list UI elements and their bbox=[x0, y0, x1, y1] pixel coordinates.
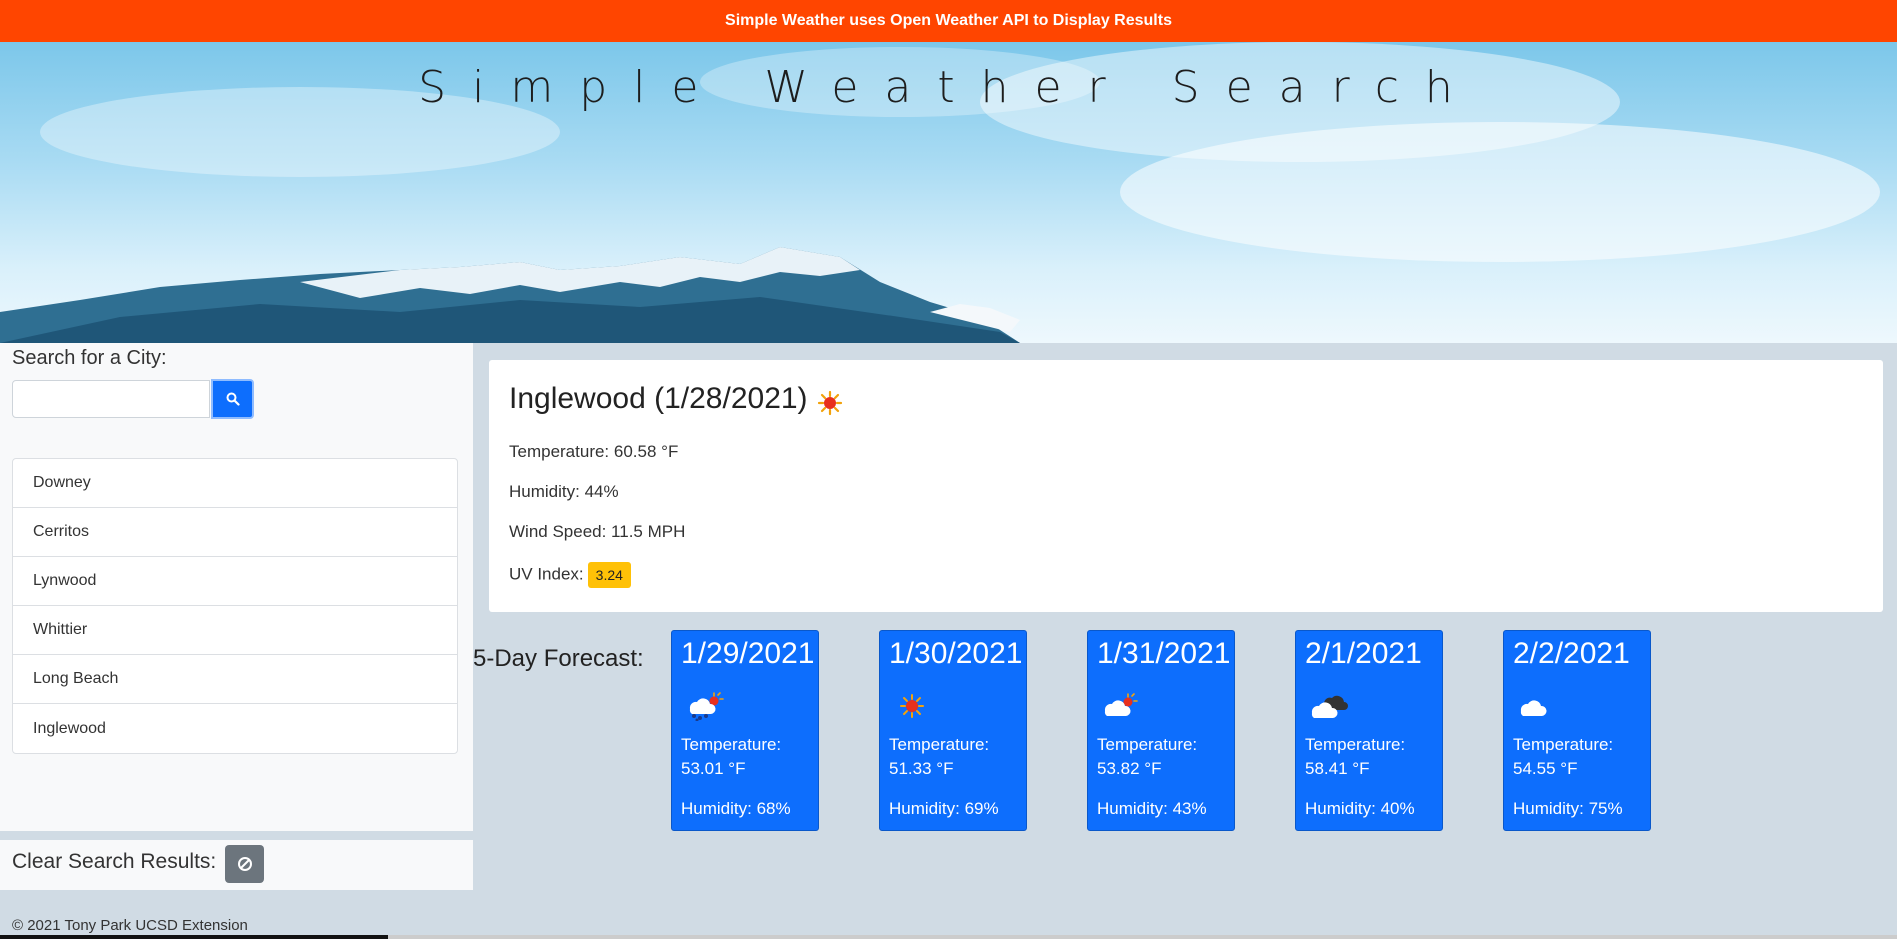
forecast-temperature: 51.33 °F bbox=[889, 759, 954, 778]
current-temperature: Temperature: 60.58 °F bbox=[509, 442, 679, 461]
forecast-humidity: Humidity: 43% bbox=[1097, 799, 1207, 818]
city-history-item[interactable]: Downey bbox=[13, 459, 457, 508]
rain-sun-icon bbox=[684, 691, 724, 726]
forecast-card: 1/30/2021 Temperature: 51.33 °F Humidity… bbox=[879, 630, 1027, 831]
footer-copyright: © 2021 Tony Park UCSD Extension bbox=[12, 917, 248, 934]
forecast-humidity: Humidity: 68% bbox=[681, 799, 791, 818]
forecast-temperature: 53.01 °F bbox=[681, 759, 746, 778]
forecast-date: 2/1/2021 bbox=[1305, 637, 1422, 670]
forecast-card: 1/31/2021 Temperature: 53.82 °F Humidity… bbox=[1087, 630, 1235, 831]
current-city-title: Inglewood (1/28/2021) bbox=[509, 382, 808, 415]
cloud-icon bbox=[1516, 691, 1556, 726]
forecast-date: 1/29/2021 bbox=[681, 637, 815, 670]
uv-index-badge: 3.24 bbox=[587, 562, 631, 588]
city-history-item[interactable]: Inglewood bbox=[13, 704, 457, 753]
uv-index-label: UV Index: bbox=[509, 564, 584, 584]
forecast-temperature-label: Temperature: bbox=[1513, 735, 1614, 754]
sun-icon bbox=[817, 390, 843, 421]
forecast-label: 5-Day Forecast: bbox=[473, 645, 644, 672]
clear-search-button[interactable] bbox=[225, 845, 264, 883]
current-weather-card: Inglewood (1/28/2021) Temperature: 60.58… bbox=[489, 360, 1883, 612]
forecast-card: 1/29/2021 Temperature: 53.01 °F Humidity… bbox=[671, 630, 819, 831]
forecast-date: 1/31/2021 bbox=[1097, 637, 1231, 670]
forecast-date: 2/2/2021 bbox=[1513, 637, 1630, 670]
sun-icon bbox=[892, 691, 932, 726]
city-history-item[interactable]: Cerritos bbox=[13, 508, 457, 557]
forecast-temperature: 58.41 °F bbox=[1305, 759, 1370, 778]
search-label: Search for a City: bbox=[12, 347, 167, 369]
current-uv-index: UV Index: 3.24 bbox=[509, 562, 631, 588]
forecast-humidity: Humidity: 75% bbox=[1513, 799, 1623, 818]
top-banner: Simple Weather uses Open Weather API to … bbox=[0, 0, 1897, 42]
city-search-input[interactable] bbox=[12, 380, 210, 418]
search-button[interactable] bbox=[211, 379, 254, 419]
banner-text: Simple Weather uses Open Weather API to … bbox=[725, 12, 1172, 29]
page-title: Simple Weather Search bbox=[418, 62, 1479, 113]
city-history-item[interactable]: Whittier bbox=[13, 606, 457, 655]
forecast-temperature-label: Temperature: bbox=[889, 735, 990, 754]
clear-search-label: Clear Search Results: bbox=[12, 850, 217, 873]
forecast-temperature-label: Temperature: bbox=[681, 735, 782, 754]
bottom-edge bbox=[0, 935, 1897, 939]
forecast-card: 2/2/2021 Temperature: 54.55 °F Humidity:… bbox=[1503, 630, 1651, 831]
forecast-temperature-label: Temperature: bbox=[1097, 735, 1198, 754]
current-wind-speed: Wind Speed: 11.5 MPH bbox=[509, 522, 686, 541]
current-humidity: Humidity: 44% bbox=[509, 482, 619, 501]
ban-icon bbox=[237, 857, 252, 871]
forecast-date: 1/30/2021 bbox=[889, 637, 1023, 670]
forecast-humidity: Humidity: 40% bbox=[1305, 799, 1415, 818]
city-history-item[interactable]: Long Beach bbox=[13, 655, 457, 704]
forecast-card: 2/1/2021 Temperature: 58.41 °F Humidity:… bbox=[1295, 630, 1443, 831]
search-icon bbox=[226, 392, 240, 406]
city-history-item[interactable]: Lynwood bbox=[13, 557, 457, 606]
broken-clouds-icon bbox=[1308, 691, 1348, 726]
city-history-list: Downey Cerritos Lynwood Whittier Long Be… bbox=[12, 458, 458, 754]
sidebar: Search for a City: Downey Cerritos Lynwo… bbox=[0, 343, 473, 831]
forecast-humidity: Humidity: 69% bbox=[889, 799, 999, 818]
hero-banner: Simple Weather Search bbox=[0, 42, 1897, 343]
forecast-temperature: 54.55 °F bbox=[1513, 759, 1578, 778]
forecast-temperature-label: Temperature: bbox=[1305, 735, 1406, 754]
forecast-temperature: 53.82 °F bbox=[1097, 759, 1162, 778]
clear-search-area: Clear Search Results: bbox=[0, 840, 473, 890]
cloud-sun-icon bbox=[1100, 691, 1140, 726]
